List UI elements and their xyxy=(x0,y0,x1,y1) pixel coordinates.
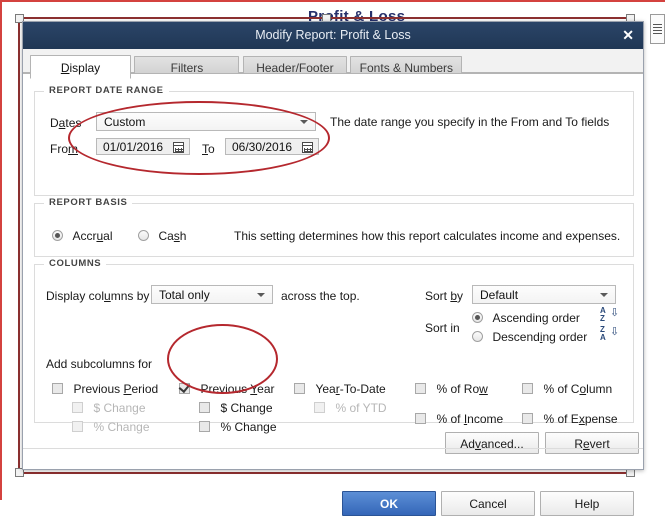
ascending-order-label: Ascending order xyxy=(492,311,580,325)
report-date-range-group: REPORT DATE RANGE Dates Custom The date … xyxy=(34,85,634,196)
percent-of-row-checkbox[interactable] xyxy=(415,383,426,394)
add-subcolumns-label: Add subcolumns for xyxy=(46,357,153,371)
tab-display[interactable]: Display xyxy=(30,55,131,79)
cancel-button[interactable]: Cancel xyxy=(441,491,535,516)
checkbox-previous-period-dollar-change: $ Change xyxy=(72,399,146,417)
from-label: From xyxy=(50,142,78,156)
previous-year-percent-change-checkbox[interactable] xyxy=(199,421,210,432)
report-basis-group: REPORT BASIS Accrual Cash This setting d… xyxy=(34,197,634,257)
ascending-order-row[interactable]: Ascending order xyxy=(472,309,580,327)
previous-period-label: Previous Period xyxy=(73,382,159,396)
calendar-icon[interactable] xyxy=(302,142,313,153)
display-columns-by-label: Display columns by xyxy=(46,289,150,303)
to-label: To xyxy=(202,142,215,156)
sort-in-label: Sort in xyxy=(425,321,460,335)
previous-year-dollar-change-checkbox[interactable] xyxy=(199,402,210,413)
columns-title: COLUMNS xyxy=(44,258,107,269)
chevron-down-icon xyxy=(257,292,265,297)
accrual-radio[interactable] xyxy=(52,230,63,241)
dates-combo[interactable]: Custom xyxy=(96,112,316,131)
date-range-hint: The date range you specify in the From a… xyxy=(330,115,610,129)
previous-year-checkbox[interactable] xyxy=(179,383,190,394)
checkbox-previous-year-dollar-change[interactable]: $ Change xyxy=(199,399,273,417)
footer-separator xyxy=(23,448,643,449)
sort-az-down-icon[interactable]: A Z ⇩ xyxy=(600,307,619,323)
dates-label: Dates xyxy=(50,116,82,130)
calendar-icon[interactable] xyxy=(173,142,184,153)
checkbox-year-to-date[interactable]: Year-To-Date xyxy=(294,380,386,398)
year-to-date-label: Year-To-Date xyxy=(315,382,386,396)
descending-order-row[interactable]: Descending order xyxy=(472,328,587,346)
dialog-titlebar[interactable]: Modify Report: Profit & Loss ✕ xyxy=(23,22,643,49)
checkbox-previous-year[interactable]: Previous Year xyxy=(179,380,275,398)
percent-of-expense-checkbox[interactable] xyxy=(522,413,533,424)
dialog-title: Modify Report: Profit & Loss xyxy=(255,28,411,42)
close-icon[interactable]: ✕ xyxy=(622,22,634,49)
dates-combo-value: Custom xyxy=(104,115,146,129)
year-to-date-checkbox[interactable] xyxy=(294,383,305,394)
report-date-range-title: REPORT DATE RANGE xyxy=(44,85,169,96)
revert-button[interactable]: Revert xyxy=(545,432,639,454)
percent-of-expense-label: % of Expense xyxy=(543,412,618,426)
percent-of-row-label: % of Row xyxy=(436,382,488,396)
cash-label: Cash xyxy=(158,229,187,243)
checkbox-percent-of-income[interactable]: % of Income xyxy=(415,410,503,428)
percent-of-ytd-label: % of YTD xyxy=(335,401,387,415)
percent-of-income-label: % of Income xyxy=(436,412,504,426)
sort-by-value: Default xyxy=(480,288,519,302)
previous-period-percent-change-checkbox xyxy=(72,421,83,432)
percent-of-income-checkbox[interactable] xyxy=(415,413,426,424)
accrual-radio-row[interactable]: Accrual xyxy=(52,227,112,245)
to-date-input[interactable]: 06/30/2016 xyxy=(225,138,319,155)
accrual-label: Accrual xyxy=(72,229,113,243)
help-button[interactable]: Help xyxy=(540,491,634,516)
checkbox-percent-of-expense[interactable]: % of Expense xyxy=(522,410,618,428)
previous-period-checkbox[interactable] xyxy=(52,383,63,394)
checkbox-previous-period[interactable]: Previous Period xyxy=(52,380,158,398)
previous-year-percent-change-label: % Change xyxy=(220,420,277,434)
dialog-body: REPORT DATE RANGE Dates Custom The date … xyxy=(23,73,643,516)
previous-year-label: Previous Year xyxy=(200,382,275,396)
previous-year-dollar-change-label: $ Change xyxy=(220,401,273,415)
previous-period-dollar-change-label: $ Change xyxy=(93,401,146,415)
checkbox-previous-period-percent-change: % Change xyxy=(72,418,150,436)
previous-period-dollar-change-checkbox xyxy=(72,402,83,413)
sort-by-combo[interactable]: Default xyxy=(472,285,616,304)
percent-of-column-checkbox[interactable] xyxy=(522,383,533,394)
descending-order-radio[interactable] xyxy=(472,331,483,342)
display-columns-by-value: Total only xyxy=(159,288,210,302)
sort-za-down-icon[interactable]: Z A ⇩ xyxy=(600,326,619,342)
checkbox-percent-of-ytd: % of YTD xyxy=(314,399,387,417)
report-basis-title: REPORT BASIS xyxy=(44,197,133,208)
to-date-value: 06/30/2016 xyxy=(232,140,293,154)
from-date-input[interactable]: 01/01/2016 xyxy=(96,138,190,155)
modify-report-dialog: Modify Report: Profit & Loss ✕ Display F… xyxy=(22,21,644,516)
cash-radio-row[interactable]: Cash xyxy=(138,227,186,245)
tab-strip: Display Filters Header/Footer Fonts & Nu… xyxy=(23,49,643,79)
chevron-down-icon xyxy=(300,119,308,124)
columns-group: COLUMNS Display columns by Total only ac… xyxy=(34,258,634,434)
previous-period-percent-change-label: % Change xyxy=(93,420,150,434)
percent-of-ytd-checkbox xyxy=(314,402,325,413)
across-the-top-label: across the top. xyxy=(281,289,360,303)
list-lines-icon[interactable] xyxy=(650,14,665,44)
advanced-button[interactable]: Advanced... xyxy=(445,432,539,454)
checkbox-previous-year-percent-change[interactable]: % Change xyxy=(199,418,277,436)
sort-by-label: Sort by xyxy=(425,289,464,303)
cash-radio[interactable] xyxy=(138,230,149,241)
from-date-value: 01/01/2016 xyxy=(103,140,164,154)
display-columns-by-combo[interactable]: Total only xyxy=(151,285,273,304)
checkbox-percent-of-row[interactable]: % of Row xyxy=(415,380,488,398)
report-basis-hint: This setting determines how this report … xyxy=(234,229,621,243)
checkbox-percent-of-column[interactable]: % of Column xyxy=(522,380,612,398)
percent-of-column-label: % of Column xyxy=(543,382,613,396)
chevron-down-icon xyxy=(600,292,608,297)
ascending-order-radio[interactable] xyxy=(472,312,483,323)
descending-order-label: Descending order xyxy=(492,330,588,344)
ok-button[interactable]: OK xyxy=(342,491,436,516)
tab-display-label-rest: isplay xyxy=(69,61,101,75)
